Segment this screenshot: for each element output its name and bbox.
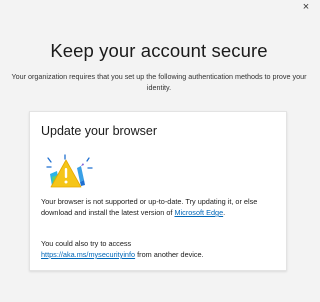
message2-text: You could also try to access — [41, 239, 132, 248]
update-browser-card: Update your browser Your browser is not … — [29, 111, 287, 271]
mysecurityinfo-link[interactable]: https://aka.ms/mysecurityinfo — [41, 250, 135, 259]
page-subtitle: Your organization requires that you set … — [11, 72, 307, 92]
card-title: Update your browser — [41, 124, 158, 138]
close-icon: × — [302, 1, 310, 13]
microsoft-edge-link[interactable]: Microsoft Edge — [174, 208, 223, 217]
close-button[interactable]: × — [298, 0, 314, 14]
browser-warning-icon — [46, 154, 93, 188]
message-end: . — [223, 208, 226, 217]
alternate-device-message: You could also try to access https://aka… — [41, 238, 281, 260]
browser-unsupported-message: Your browser is not supported or up-to-d… — [41, 196, 281, 218]
message2-end: from another device. — [135, 250, 204, 259]
page-title: Keep your account secure — [50, 40, 268, 61]
